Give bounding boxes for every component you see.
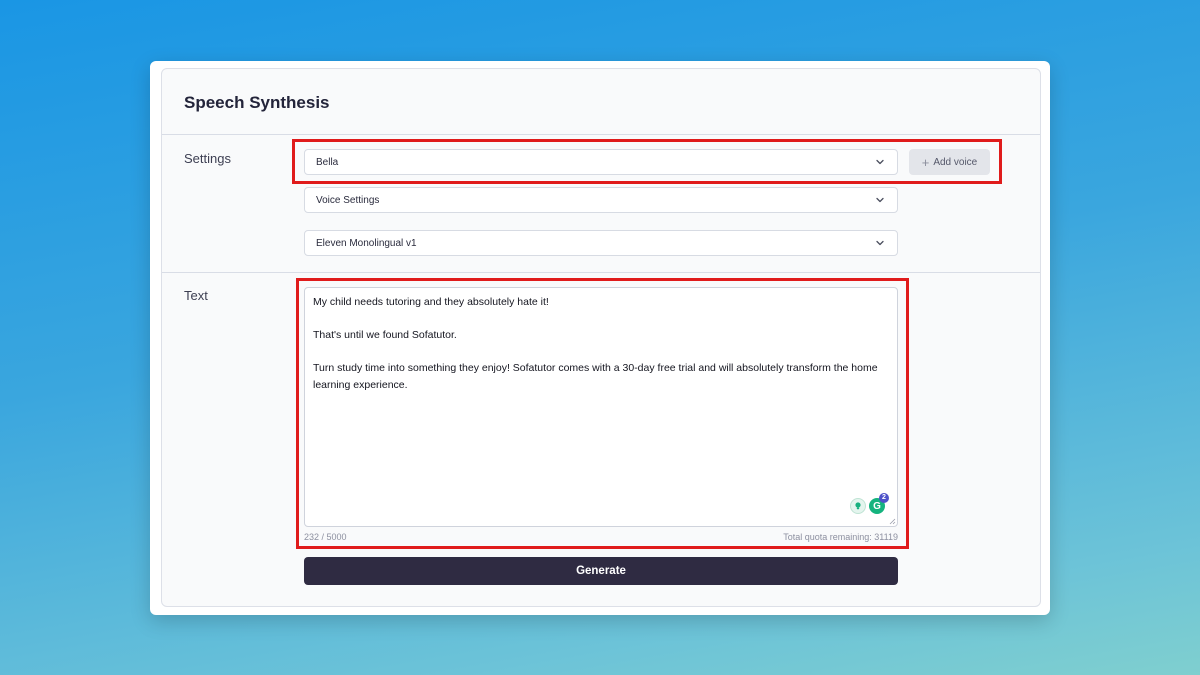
speech-synthesis-panel: Speech Synthesis Settings Bella + Add vo… (161, 68, 1041, 607)
text-line (313, 344, 889, 361)
chevron-down-icon (874, 237, 886, 249)
plus-icon: + (921, 154, 930, 170)
quota-remaining: Total quota remaining: 31119 (783, 532, 898, 542)
model-select-value: Eleven Monolingual v1 (316, 237, 417, 249)
grammarly-letter: G (873, 500, 881, 512)
header-divider (162, 134, 1040, 135)
chevron-down-icon (874, 156, 886, 168)
voice-select-value: Bella (316, 156, 339, 168)
text-label: Text (184, 288, 208, 303)
text-line (313, 311, 889, 328)
grammarly-icon[interactable]: G 2 (869, 493, 889, 514)
resize-handle-icon[interactable] (889, 518, 896, 525)
chevron-down-icon (874, 194, 886, 206)
voice-select[interactable]: Bella (304, 149, 898, 175)
page-title: Speech Synthesis (184, 93, 330, 112)
text-line: My child needs tutoring and they absolut… (313, 296, 549, 308)
writing-assistant-icons: G 2 (850, 493, 889, 514)
grammarly-badge: 2 (879, 493, 889, 503)
text-input-area[interactable]: My child needs tutoring and they absolut… (304, 287, 898, 527)
lightbulb-icon[interactable] (850, 498, 866, 514)
add-voice-button[interactable]: + Add voice (909, 149, 990, 175)
settings-label: Settings (184, 151, 231, 166)
model-select[interactable]: Eleven Monolingual v1 (304, 230, 898, 256)
voice-settings-select[interactable]: Voice Settings (304, 187, 898, 213)
speech-synthesis-card: Speech Synthesis Settings Bella + Add vo… (150, 61, 1050, 615)
text-line: That's until we found Sofatutor. (313, 329, 457, 341)
add-voice-label: Add voice (933, 156, 978, 168)
character-counter: 232 / 5000 (304, 532, 347, 542)
voice-settings-value: Voice Settings (316, 194, 380, 206)
text-line: Turn study time into something they enjo… (313, 362, 878, 391)
generate-button[interactable]: Generate (304, 557, 898, 585)
settings-divider (162, 272, 1040, 273)
